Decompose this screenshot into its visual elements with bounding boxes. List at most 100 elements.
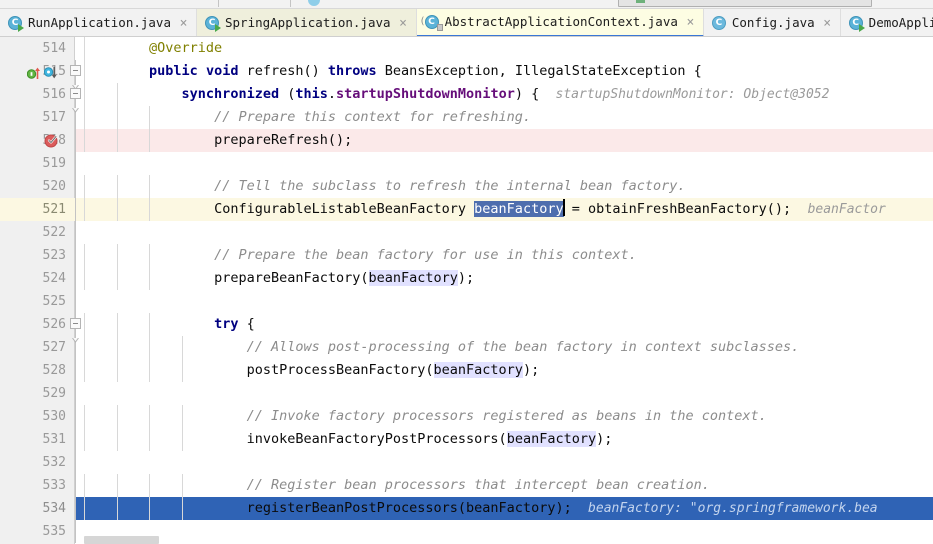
indent-guide xyxy=(149,129,151,152)
tab-demo-application[interactable]: C DemoApplication.ja xyxy=(840,9,933,36)
line-content[interactable]: // Invoke factory processors registered … xyxy=(247,405,767,428)
code-line[interactable]: 525 xyxy=(0,290,933,313)
code-line[interactable]: 518prepareRefresh(); xyxy=(0,129,933,152)
fold-arrow-icon xyxy=(72,75,79,90)
code-line[interactable]: 523 // Prepare the bean factory for use i… xyxy=(0,244,933,267)
code-line[interactable]: 524 prepareBeanFactory(beanFactory); xyxy=(0,267,933,290)
code-line[interactable]: 526 try { xyxy=(0,313,933,343)
line-background xyxy=(76,129,933,152)
code-token: ) { xyxy=(514,86,540,102)
tab-abstract-application-context[interactable]: (C AbstractApplicationContext.java × xyxy=(416,9,704,36)
line-number: 520 xyxy=(42,179,66,194)
fold-region-line xyxy=(75,152,76,175)
code-line[interactable]: 532 xyxy=(0,451,933,474)
line-content[interactable]: // Allows post-processing of the bean fa… xyxy=(247,336,800,359)
indent-guide xyxy=(149,175,151,198)
code-token: beanFactory xyxy=(433,362,523,378)
close-icon[interactable]: × xyxy=(685,16,696,29)
line-number: 524 xyxy=(42,271,66,286)
code-token: startupShutdownMonitor xyxy=(336,86,515,102)
code-token: postProcessBeanFactory( xyxy=(246,362,434,378)
code-line[interactable]: 520 // Tell the subclass to refresh the i… xyxy=(0,175,933,198)
code-line[interactable]: 517 // Prepare this context for refreshin… xyxy=(0,106,933,129)
close-icon[interactable]: × xyxy=(178,17,189,30)
code-line[interactable]: 528 postProcessBeanFactory(beanFactory); xyxy=(0,359,933,382)
code-line[interactable]: 519 xyxy=(0,152,933,175)
code-token: ); xyxy=(522,362,540,378)
code-line[interactable]: 515 public void refresh() throws BeansExc… xyxy=(0,60,933,90)
code-editor[interactable]: 514 @Override 515 public void refresh() thr… xyxy=(0,37,933,544)
close-icon[interactable]: × xyxy=(398,17,409,30)
indent-guide xyxy=(181,428,183,451)
line-content[interactable]: // Prepare the bean factory for use in t… xyxy=(214,244,637,267)
code-line[interactable]: 529 xyxy=(0,382,933,405)
line-content[interactable]: ConfigurableListableBeanFactory beanFact… xyxy=(214,198,791,221)
line-content[interactable]: prepareBeanFactory(beanFactory); xyxy=(214,267,474,290)
code-line[interactable]: 534 registerBeanPostProcessors(beanFactor… xyxy=(0,497,933,520)
scrollbar-thumb[interactable] xyxy=(84,536,159,544)
line-content[interactable]: public void refresh() throws BeansExcept… xyxy=(149,60,702,83)
code-token: prepareRefresh(); xyxy=(214,132,353,148)
line-content[interactable]: @Override xyxy=(149,37,222,60)
horizontal-scrollbar[interactable] xyxy=(76,535,933,544)
line-content[interactable]: invokeBeanFactoryPostProcessors(beanFact… xyxy=(247,428,613,451)
indent-guide xyxy=(84,60,85,83)
code-token: // Tell the subclass to refresh the inte… xyxy=(214,178,686,194)
breakpoint-icon[interactable] xyxy=(44,133,59,148)
inline-debug-value[interactable]: beanFactory: "org.springframework.bea xyxy=(588,497,878,520)
code-line[interactable]: 530 // Invoke factory processors register… xyxy=(0,405,933,428)
code-line[interactable]: 516 synchronized (this.startupShutdownMon… xyxy=(0,83,933,113)
indent-guide xyxy=(181,359,183,382)
close-icon[interactable]: × xyxy=(822,17,833,30)
code-line[interactable]: 527 // Allows post-processing of the bean… xyxy=(0,336,933,359)
fold-region-line xyxy=(75,497,76,520)
line-number: 522 xyxy=(42,225,66,240)
save-icon[interactable] xyxy=(92,0,103,5)
indent-guide xyxy=(84,106,85,129)
line-content[interactable]: try { xyxy=(214,313,255,336)
implementation-marker-icon[interactable] xyxy=(43,65,58,79)
inline-debug-value[interactable]: beanFactor xyxy=(808,198,886,221)
override-marker-icon[interactable] xyxy=(26,65,41,79)
code-line[interactable]: 533 // Register bean processors that inte… xyxy=(0,474,933,497)
tab-run-application[interactable]: C RunApplication.java × xyxy=(0,9,197,36)
tab-spring-application[interactable]: C SpringApplication.java × xyxy=(197,9,417,36)
line-background xyxy=(76,221,933,244)
indent-guide xyxy=(116,336,118,359)
line-number: 517 xyxy=(42,110,66,125)
code-line[interactable]: 531 invokeBeanFactoryPostProcessors(beanF… xyxy=(0,428,933,451)
run-config-box[interactable] xyxy=(618,0,872,7)
line-content[interactable]: synchronized (this.startupShutdownMonito… xyxy=(182,83,540,106)
line-content[interactable]: postProcessBeanFactory(beanFactory); xyxy=(246,359,540,382)
code-line[interactable]: 522 xyxy=(0,221,933,244)
code-token: registerBeanPostProcessors(beanFactory); xyxy=(246,500,572,516)
line-content[interactable]: prepareRefresh(); xyxy=(214,129,352,152)
search-icon[interactable] xyxy=(308,0,320,6)
code-line[interactable]: 521 ConfigurableListableBeanFactory beanF… xyxy=(0,198,933,221)
run-icon[interactable] xyxy=(636,0,645,3)
stop-icon[interactable] xyxy=(916,0,927,5)
indent-guide xyxy=(149,474,151,497)
line-background xyxy=(76,152,933,175)
line-background xyxy=(76,313,933,336)
line-background xyxy=(76,451,933,474)
tab-label: DemoApplication.ja xyxy=(868,14,933,30)
code-token: ConfigurableListableBeanFactory xyxy=(214,201,475,217)
profiler-icon[interactable] xyxy=(388,0,399,5)
editor-tab-bar[interactable]: C RunApplication.java × C SpringApplicat… xyxy=(0,9,933,37)
debug-icon[interactable] xyxy=(898,0,909,5)
inline-debug-value[interactable]: startupShutdownMonitor: Object@3052 xyxy=(556,83,830,106)
tab-config[interactable]: C Config.java × xyxy=(703,9,841,36)
code-token: ); xyxy=(596,431,613,447)
vcs-icon[interactable] xyxy=(256,0,267,5)
line-content[interactable]: // Prepare this context for refreshing. xyxy=(214,106,531,129)
line-content[interactable]: // Tell the subclass to refresh the inte… xyxy=(214,175,685,198)
java-runnable-class-icon: C xyxy=(848,15,865,32)
tab-label: Config.java xyxy=(731,14,815,30)
line-content[interactable]: registerBeanPostProcessors(beanFactory); xyxy=(247,497,572,520)
toolbar-separator xyxy=(290,0,291,7)
code-line[interactable]: 514 @Override xyxy=(0,37,933,60)
line-content[interactable]: // Register bean processors that interce… xyxy=(247,474,710,497)
build-icon[interactable] xyxy=(44,0,55,5)
